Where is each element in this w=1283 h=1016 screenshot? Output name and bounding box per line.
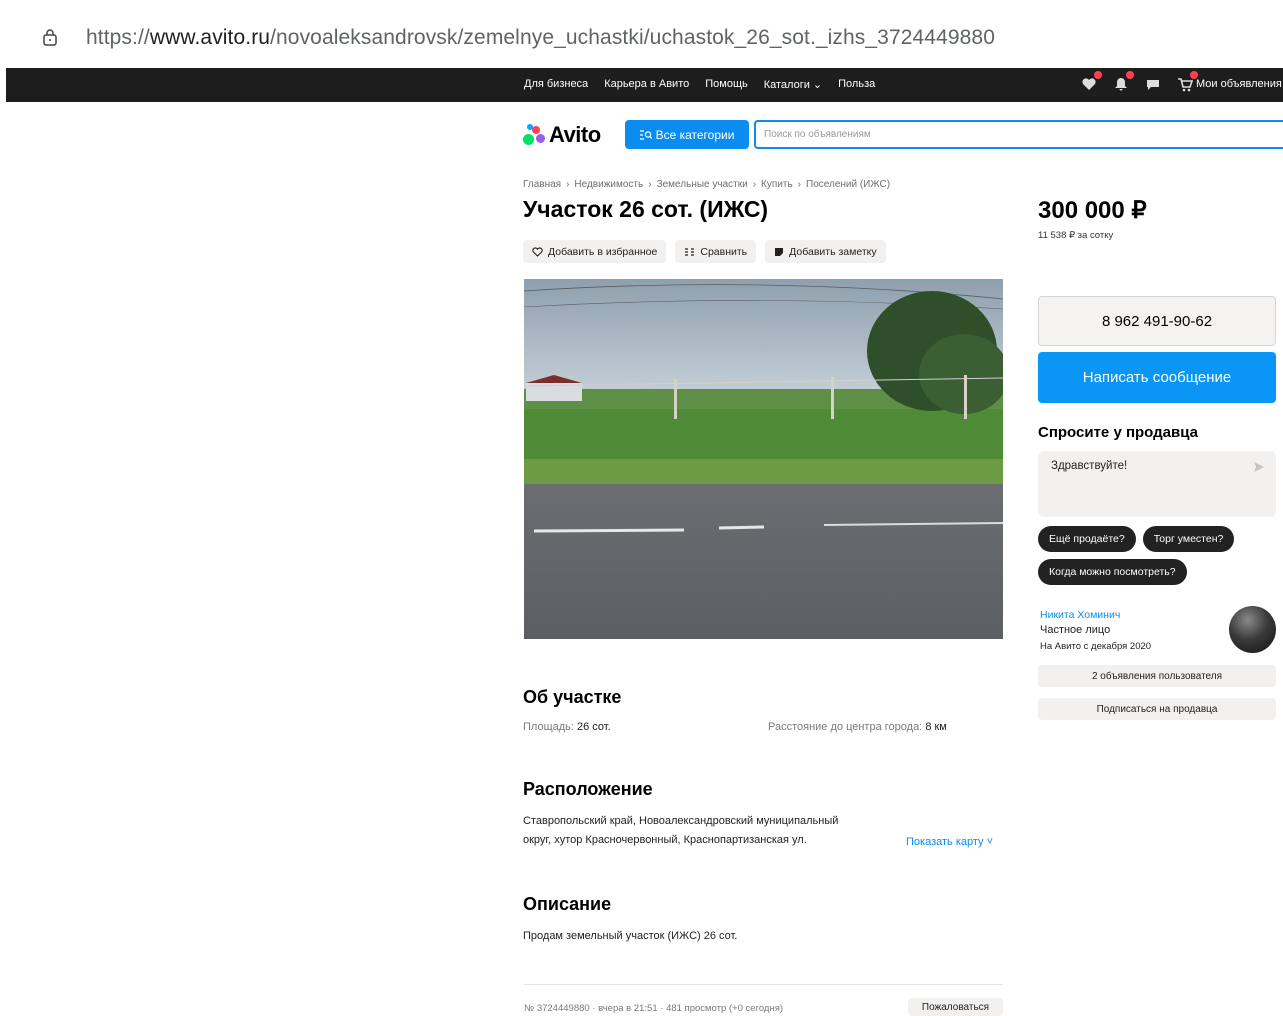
add-to-favorites-button[interactable]: Добавить в избранное xyxy=(523,240,667,263)
notifications-icon[interactable] xyxy=(1112,71,1134,93)
area-value: 26 сот. xyxy=(577,721,611,733)
nav-link-benefit[interactable]: Польза xyxy=(838,78,875,91)
ask-seller-input[interactable]: Здравствуйте! xyxy=(1038,451,1276,517)
description-text: Продам земельный участок (ИЖС) 26 сот. xyxy=(523,930,738,942)
breadcrumb-realty[interactable]: Недвижимость xyxy=(574,179,643,190)
seller-name-link[interactable]: Никита Хоминич xyxy=(1040,609,1120,621)
logo-dots-icon xyxy=(523,124,545,146)
note-icon xyxy=(775,247,784,256)
user-ads-button[interactable]: 2 объявления пользователя xyxy=(1038,665,1276,687)
add-to-favorites-label: Добавить в избранное xyxy=(548,245,658,258)
add-note-label: Добавить заметку xyxy=(789,245,877,258)
breadcrumb-izhs[interactable]: Поселений (ИЖС) xyxy=(806,179,890,190)
location-heading: Расположение xyxy=(523,779,653,799)
browser-address-bar[interactable]: https://www.avito.ru/novoaleksandrovsk/z… xyxy=(0,0,1283,68)
footer-divider xyxy=(524,984,1003,985)
nav-link-business[interactable]: Для бизнеса xyxy=(524,78,588,91)
compare-button[interactable]: Сравнить xyxy=(675,240,757,263)
cart-icon[interactable] xyxy=(1176,71,1198,93)
subscribe-seller-button[interactable]: Подписаться на продавца xyxy=(1038,698,1276,720)
area-label: Площадь: xyxy=(523,721,574,733)
compare-label: Сравнить xyxy=(700,245,748,258)
my-ads-link[interactable]: Мои объявления xyxy=(1196,78,1282,90)
avito-logo[interactable]: Avito xyxy=(523,122,601,148)
price-per-unit: 11 538 ₽ за сотку xyxy=(1038,230,1114,241)
address-line-2: округ, хутор Красночервонный, Краснопарт… xyxy=(523,834,807,846)
ask-seller-heading: Спросите у продавца xyxy=(1038,424,1198,441)
send-icon[interactable] xyxy=(1253,461,1265,473)
favorites-badge xyxy=(1094,71,1102,79)
breadcrumb-separator: › xyxy=(648,179,652,190)
listing-meta: № 3724449880 · вчера в 21:51 · 481 просм… xyxy=(524,1003,783,1014)
quick-questions: Ещё продаёте? Торг уместен? Когда можно … xyxy=(1038,526,1278,585)
area-row: Площадь: 26 сот. xyxy=(523,721,611,733)
report-button[interactable]: Пожаловаться xyxy=(908,998,1003,1016)
show-map-link[interactable]: Показать карту ˅ xyxy=(906,836,993,848)
chip-when-view[interactable]: Когда можно посмотреть? xyxy=(1038,559,1187,585)
all-categories-label: Все категории xyxy=(655,127,735,142)
nav-link-career[interactable]: Карьера в Авито xyxy=(604,78,689,91)
messages-icon[interactable] xyxy=(1144,75,1162,93)
listing-actions: Добавить в избранное Сравнить Добавить з… xyxy=(523,240,886,263)
chip-still-selling[interactable]: Ещё продаёте? xyxy=(1038,526,1136,552)
description-heading: Описание xyxy=(523,894,612,914)
breadcrumb: Главная › Недвижимость › Земельные участки… xyxy=(523,179,890,190)
about-heading: Об участке xyxy=(523,687,622,707)
breadcrumb-separator: › xyxy=(566,179,570,190)
show-phone-button[interactable]: 8 962 491-90-62 xyxy=(1038,296,1276,346)
lock-icon xyxy=(43,29,57,46)
top-navigation: Для бизнеса Карьера в Авито Помощь Катал… xyxy=(6,68,1283,102)
address-line-1: Ставропольский край, Новоалександровский… xyxy=(523,815,839,827)
listing-photo[interactable] xyxy=(524,279,1003,639)
nav-link-help[interactable]: Помощь xyxy=(705,78,748,91)
url-text[interactable]: https://www.avito.ru/novoaleksandrovsk/z… xyxy=(86,26,995,50)
add-note-button[interactable]: Добавить заметку xyxy=(765,240,886,263)
seller-type: Частное лицо xyxy=(1040,624,1111,636)
chip-bargain[interactable]: Торг уместен? xyxy=(1142,526,1235,552)
distance-value: 8 км xyxy=(925,721,947,733)
write-message-button[interactable]: Написать сообщение xyxy=(1038,352,1276,403)
favorites-icon[interactable] xyxy=(1080,71,1102,93)
ask-seller-text: Здравствуйте! xyxy=(1051,460,1128,472)
breadcrumb-home[interactable]: Главная xyxy=(523,179,561,190)
heart-icon xyxy=(532,246,543,257)
breadcrumb-separator: › xyxy=(752,179,757,190)
nav-link-catalogs[interactable]: Каталоги ⌄ xyxy=(764,78,822,91)
seller-avatar[interactable] xyxy=(1229,606,1276,653)
distance-row: Расстояние до центра города: 8 км xyxy=(768,721,947,733)
distance-label: Расстояние до центра города: xyxy=(768,721,923,733)
search-input[interactable] xyxy=(754,120,1283,149)
breadcrumb-separator: › xyxy=(797,179,801,190)
seller-since: На Авито с декабря 2020 xyxy=(1040,641,1152,652)
breadcrumb-land[interactable]: Земельные участки xyxy=(657,179,748,190)
menu-search-icon xyxy=(639,129,652,140)
logo-text: Avito xyxy=(549,122,601,147)
compare-icon xyxy=(685,247,695,256)
notifications-badge xyxy=(1126,71,1134,79)
breadcrumb-buy[interactable]: Купить xyxy=(761,179,793,190)
price: 300 000 ₽ xyxy=(1038,197,1147,224)
all-categories-button[interactable]: Все категории xyxy=(625,120,749,149)
page-title: Участок 26 сот. (ИЖС) xyxy=(523,196,769,222)
